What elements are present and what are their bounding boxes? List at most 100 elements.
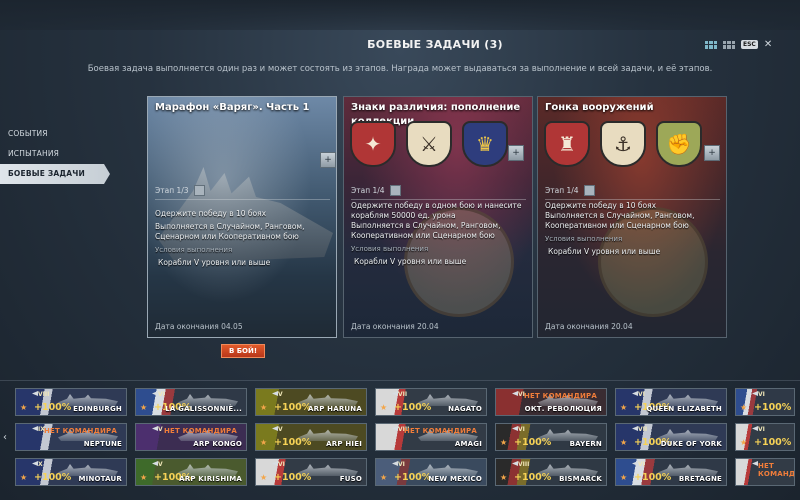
ship-bonus: +100% [394,472,432,483]
mission-title: Марафон «Варяг». Часть 1 [155,102,310,113]
ship-card[interactable]: НЕТ КОМАНДИРА [735,458,795,486]
ship-tier: VI [638,391,645,398]
sidebar-item-events[interactable]: СОБЫТИЯ [0,124,120,144]
ship-tier: VI [518,426,525,433]
ship-card[interactable]: X ★ +100% MINOTAUR [15,458,127,486]
bonus-icon: ★ [620,473,628,482]
ship-card[interactable]: VI ★ +100% BRETAGNE [615,458,727,486]
ship-card[interactable]: VIII ★ +100% EDINBURGH [15,388,127,416]
ship-tier: V [278,391,283,398]
end-date: Дата окончания 20.04 [351,322,439,331]
mission-card-insignia[interactable]: Знаки различия: пополнение коллекции ✦ ⚔… [343,96,533,338]
ship-bonus: +100% [514,472,552,483]
ship-bonus: +100% [634,472,672,483]
eagle-badge-icon: ♛ [462,121,508,167]
stage-reward-icon [193,185,205,196]
ship-card[interactable]: V ★ +100% ARP KIRISHIMA [135,458,247,486]
bonus-icon: ★ [500,438,508,447]
bonus-icon: ★ [740,403,748,412]
sidebar-item-challenges[interactable]: ИСПЫТАНИЯ [0,144,120,164]
ship-bonus: +100% [274,437,312,448]
go-to-battle-button[interactable]: В БОЙ! [221,344,265,358]
stage-separator [155,199,330,200]
bonus-icon: ★ [500,473,508,482]
ship-name: ARP HIEI [326,440,362,448]
grid-view-icon[interactable] [705,40,717,49]
ship-bonus: +100% [274,472,312,483]
ship-bonus: +100% [34,402,72,413]
task-description: Одержите победу в 10 боях Выполняется в … [155,209,333,268]
mission-card-varyag[interactable]: Марафон «Варяг». Часть 1 + Этап 1/3 Одер… [147,96,337,338]
ship-name: NAGATO [448,405,482,413]
ship-name: BISMARCK [559,475,602,483]
bonus-icon: ★ [620,403,628,412]
task-goal: Одержите победу в 10 боях [545,201,657,210]
ship-name: MINOTAUR [78,475,122,483]
close-icon[interactable]: ✕ [764,39,772,49]
stage-row: Этап 1/4 [545,185,595,196]
carousel-left-arrow-icon[interactable]: ‹ [3,432,7,443]
bonus-icon: ★ [260,403,268,412]
ship-card[interactable]: VI ★ +100% BAYERN [495,423,607,451]
ship-tier: VI [158,391,165,398]
sidebar-item-combat-missions[interactable]: БОЕВЫЕ ЗАДАЧИ [0,164,110,184]
ship-name: ARP KONGO [193,440,242,448]
ship-bonus: +100% [514,437,552,448]
conditions-value: Корабли V уровня или выше [158,258,271,267]
list-view-icon[interactable] [723,40,735,49]
ship-card[interactable]: VI ★ +100% LA GALISSONNIÈ... [135,388,247,416]
ship-bonus: +100% [34,472,72,483]
ship-card[interactable]: V НЕТ КОМАНДИРА ARP KONGO [135,423,247,451]
ship-tier: X [38,461,43,468]
ship-name: ОКТ. РЕВОЛЮЦИЯ [524,405,602,413]
ship-card[interactable]: VI ★ +100% NEW MEXICO [375,458,487,486]
ship-tier: VI [278,461,285,468]
bonus-icon: ★ [140,473,148,482]
top-bar [0,0,800,30]
helmet-badge-icon: ♜ [544,121,590,167]
ship-name: ARP HARUNA [307,405,362,413]
view-toggles: ESC ✕ [705,39,772,49]
ship-name: FUSO [339,475,362,483]
ship-card[interactable]: VI ★ +100% QUEEN ELIZABETH [615,388,727,416]
task-modes: Выполняется в Случайном, Ранговом, Коопе… [351,221,501,240]
ship-name: AMAGI [454,440,482,448]
ship-card[interactable]: VII ★ +100% DUKE OF YORK [615,423,727,451]
page-subtitle: Боевая задача выполняется один раз и мож… [87,64,713,74]
bonus-icon: ★ [380,473,388,482]
reward-container-icon: + [320,152,336,168]
end-date: Дата окончания 04.05 [155,322,243,331]
ship-tier: VIII [38,391,50,398]
ship-card[interactable]: IX НЕТ КОМАНДИРА NEPTUNE [15,423,127,451]
no-commander-label: НЕТ КОМАНДИРА [164,427,238,435]
ship-card[interactable]: VI ★ +100% [735,423,795,451]
ship-tier: VI [638,461,645,468]
ship-tier: VIII [518,461,530,468]
esc-badge[interactable]: ESC [741,40,758,49]
ship-card[interactable]: VIII ★ +100% BISMARCK [495,458,607,486]
ship-card[interactable]: VII ★ +100% NAGATO [375,388,487,416]
ship-name: ARP KIRISHIMA [179,475,242,483]
ship-name: BAYERN [569,440,602,448]
bonus-icon: ★ [20,473,28,482]
ship-name: DUKE OF YORK [660,440,722,448]
task-goal: Одержите победу в одном бою и нанесите к… [351,201,522,220]
task-modes: Выполняется в Случайном, Ранговом, Коопе… [545,211,695,230]
mission-card-arms-race[interactable]: Гонка вооружений ♜ ⚓ ✊ + Этап 1/4 Одержи… [537,96,727,338]
ship-name: NEPTUNE [83,440,122,448]
ship-tier: VII [398,391,408,398]
crossed-guns-badge-icon: ⚔ [406,121,452,167]
stage-separator [351,199,526,200]
ship-card[interactable]: VI ★ +100% FUSO [255,458,367,486]
ship-name: EDINBURGH [73,405,122,413]
ship-card[interactable]: V ★ +100% ARP HARUNA [255,388,367,416]
ship-card[interactable]: VI НЕТ КОМАНДИРА ОКТ. РЕВОЛЮЦИЯ [495,388,607,416]
ship-card[interactable]: V ★ +100% ARP HIEI [255,423,367,451]
stage-reward-icon [389,185,401,196]
ship-card[interactable]: VI ★ +100% [735,388,795,416]
no-commander-label: НЕТ КОМАНДИРА [524,392,598,400]
page-title: БОЕВЫЕ ЗАДАЧИ (3) [367,38,503,51]
ship-card[interactable]: VIII НЕТ КОМАНДИРА AMAGI [375,423,487,451]
bonus-icon: ★ [140,403,148,412]
task-description: Одержите победу в одном бою и нанесите к… [351,201,529,267]
